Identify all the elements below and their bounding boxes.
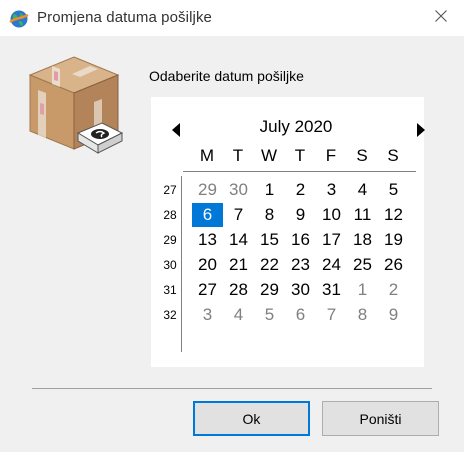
calendar-day[interactable]: 29 — [192, 178, 223, 202]
calendar-day[interactable]: 28 — [223, 278, 254, 302]
weekday-label: F — [325, 146, 337, 165]
week-number: 29 — [163, 233, 177, 247]
weekday-label: M — [199, 146, 215, 165]
calendar-day[interactable]: 17 — [316, 228, 347, 252]
calendar-day[interactable]: 31 — [316, 278, 347, 302]
calendar-day[interactable]: 10 — [316, 203, 347, 227]
calendar-day[interactable]: 30 — [285, 278, 316, 302]
weekday-divider — [183, 171, 416, 172]
calendar-day[interactable]: 22 — [254, 253, 285, 277]
week-number: 27 — [163, 183, 177, 197]
week-number: 31 — [163, 283, 177, 297]
calendar[interactable]: July 2020 MTWTFSS 27 29 30 1 2 3 4 5 28 6 7 8 9 10 11 1… — [151, 97, 425, 367]
calendar-day[interactable]: 23 — [285, 253, 316, 277]
weekday-label: S — [387, 146, 399, 165]
calendar-day[interactable]: 15 — [254, 228, 285, 252]
close-button[interactable] — [418, 0, 464, 36]
calendar-day[interactable]: 25 — [347, 253, 378, 277]
calendar-day[interactable]: 11 — [347, 203, 378, 227]
calendar-day[interactable]: 26 — [378, 253, 409, 277]
weekday-label: W — [260, 146, 278, 165]
calendar-day[interactable]: 3 — [192, 303, 223, 327]
calendar-day[interactable]: 14 — [223, 228, 254, 252]
calendar-day[interactable]: 1 — [254, 178, 285, 202]
calendar-day[interactable]: 4 — [347, 178, 378, 202]
cancel-button[interactable]: Poništi — [322, 401, 439, 436]
dialog-body: Odaberite datum pošiljke July 2020 MTWTF… — [0, 36, 464, 452]
weekday-label: T — [294, 146, 306, 165]
app-globe-icon — [9, 9, 29, 29]
weekday-label: T — [232, 146, 244, 165]
calendar-day[interactable]: 1 — [347, 278, 378, 302]
calendar-day[interactable]: 29 — [254, 278, 285, 302]
prev-month-arrow-icon[interactable] — [172, 123, 180, 137]
calendar-header: July 2020 — [151, 116, 425, 142]
calendar-day[interactable]: 2 — [285, 178, 316, 202]
week-number: 28 — [163, 208, 177, 222]
separator — [32, 388, 432, 389]
calendar-day[interactable]: 7 — [316, 303, 347, 327]
close-icon — [435, 9, 447, 27]
calendar-day[interactable]: 7 — [223, 203, 254, 227]
calendar-day[interactable]: 5 — [378, 178, 409, 202]
calendar-day[interactable]: 2 — [378, 278, 409, 302]
calendar-day[interactable]: 24 — [316, 253, 347, 277]
window-title: Promjena datuma pošiljke — [37, 9, 212, 26]
calendar-day[interactable]: 30 — [223, 178, 254, 202]
weekday-label: S — [356, 146, 368, 165]
calendar-day[interactable]: 5 — [254, 303, 285, 327]
calendar-day[interactable]: 9 — [285, 203, 316, 227]
month-title[interactable]: July 2020 — [236, 117, 356, 137]
calendar-day[interactable]: 13 — [192, 228, 223, 252]
calendar-day[interactable]: 19 — [378, 228, 409, 252]
calendar-day[interactable]: 9 — [378, 303, 409, 327]
week-number-divider — [181, 176, 182, 352]
calendar-day[interactable]: 20 — [192, 253, 223, 277]
calendar-day[interactable]: 21 — [223, 253, 254, 277]
calendar-day[interactable]: 18 — [347, 228, 378, 252]
week-number: 30 — [163, 258, 177, 272]
calendar-day[interactable]: 4 — [223, 303, 254, 327]
package-box-icon — [24, 53, 124, 161]
calendar-day[interactable]: 3 — [316, 178, 347, 202]
calendar-day[interactable]: 16 — [285, 228, 316, 252]
calendar-day[interactable]: 6 — [285, 303, 316, 327]
title-bar[interactable]: Promjena datuma pošiljke — [0, 0, 464, 36]
prompt-label: Odaberite datum pošiljke — [149, 68, 304, 84]
week-number: 32 — [163, 308, 177, 322]
ok-button[interactable]: Ok — [193, 401, 310, 436]
calendar-day[interactable]: 27 — [192, 278, 223, 302]
calendar-day-selected[interactable]: 6 — [192, 203, 223, 227]
calendar-day[interactable]: 8 — [254, 203, 285, 227]
next-month-arrow-icon[interactable] — [417, 123, 425, 137]
calendar-day[interactable]: 12 — [378, 203, 409, 227]
calendar-day[interactable]: 8 — [347, 303, 378, 327]
